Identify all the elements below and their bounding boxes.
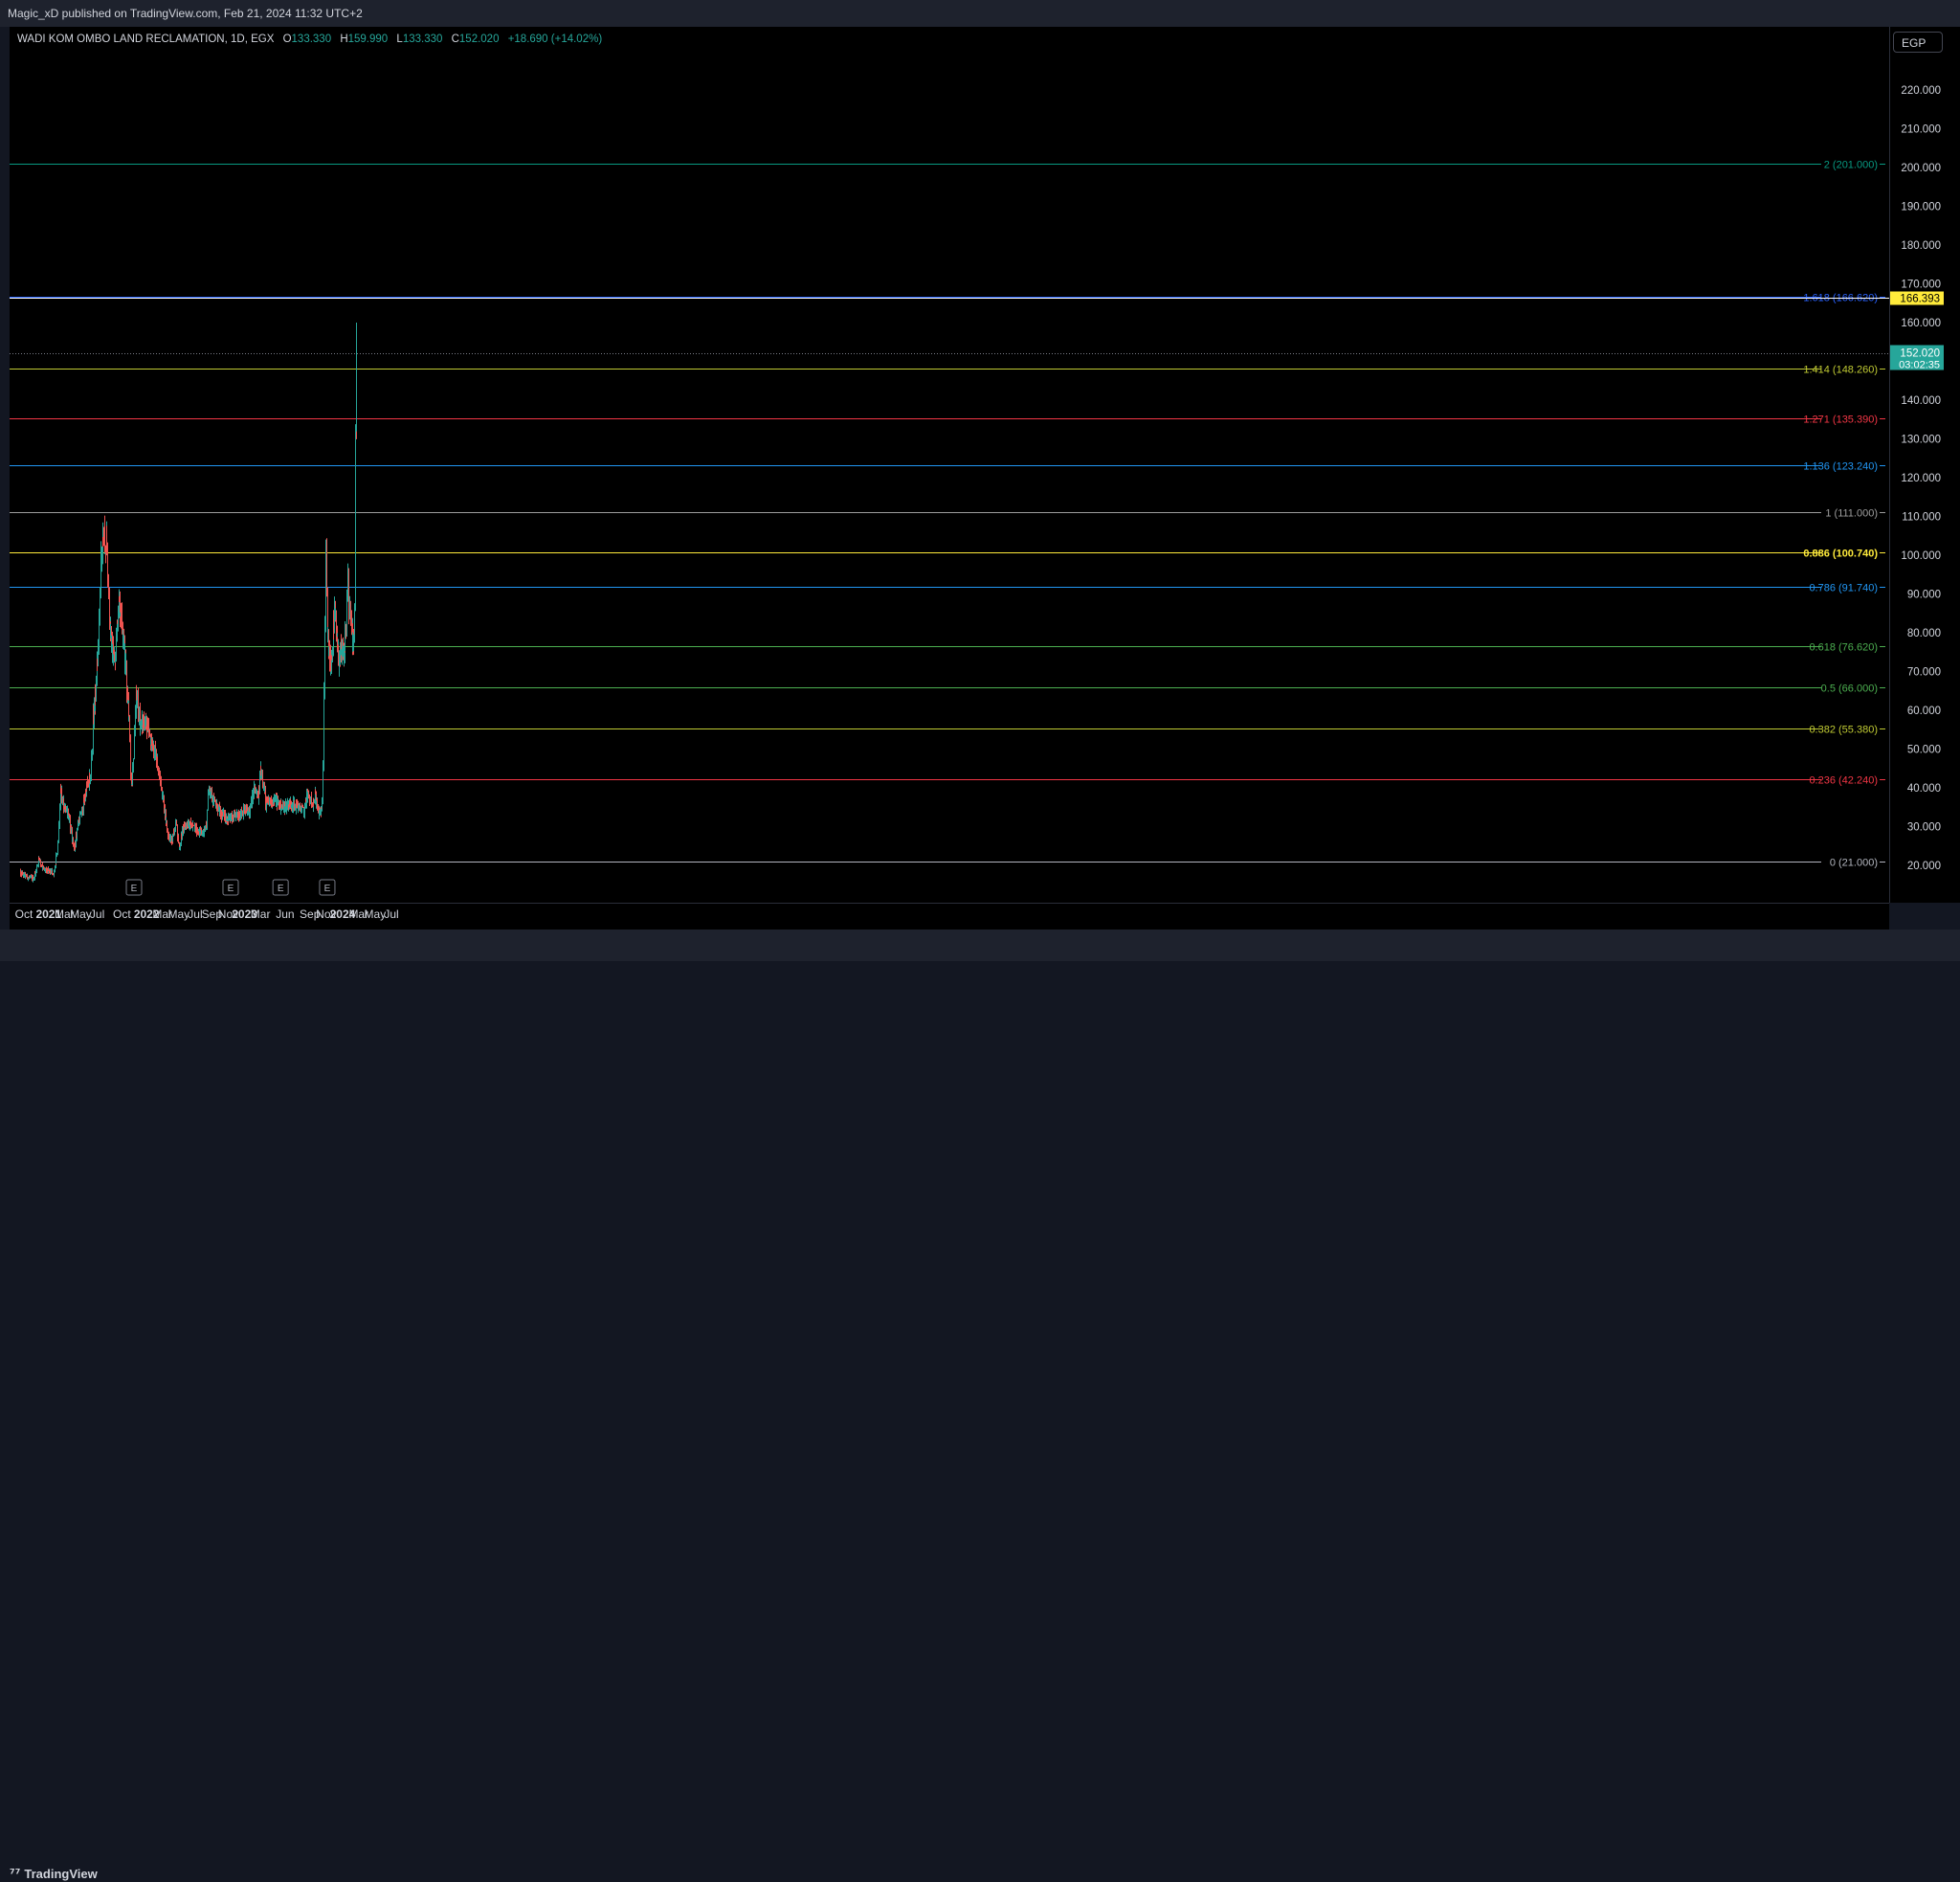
price-tick-label: 220.000 [1901, 85, 1941, 97]
fib-level-label: 0.786 (91.740) [1809, 583, 1878, 594]
price-tick-label: 110.000 [1902, 512, 1941, 524]
price-tick-label: 70.000 [1907, 667, 1941, 679]
last-price-value: 152.020 [1900, 348, 1940, 360]
low-value: 133.330 [402, 34, 443, 45]
price-tick-label: 30.000 [1907, 822, 1941, 834]
fib-level-label: 1.414 (148.260) [1803, 365, 1878, 376]
time-tick-label: Jun [276, 907, 294, 921]
fib-level-label: 1.136 (123.240) [1803, 461, 1878, 473]
price-tick-label: 60.000 [1907, 706, 1941, 717]
tradingview-logo-icon: ⁷⁷ [10, 1868, 21, 1882]
fib-level-label: 0 (21.000) [1830, 858, 1878, 869]
earnings-marker-label: E [228, 884, 234, 894]
close-value: 152.020 [458, 34, 500, 45]
price-tick-label: 130.000 [1901, 435, 1941, 446]
time-tick-label: May [365, 907, 387, 921]
price-tick-label: 80.000 [1907, 628, 1941, 639]
earnings-marker-label: E [278, 884, 284, 894]
time-tick-label: Jul [384, 907, 398, 921]
price-tick-label: 200.000 [1901, 163, 1941, 174]
time-tick-label: May [168, 907, 190, 921]
time-tick-label: Oct [15, 907, 33, 921]
price-tick-label: 40.000 [1907, 783, 1941, 795]
fib-level-label: 0.886 (100.740) [1803, 549, 1878, 560]
price-tick-label: 90.000 [1907, 590, 1941, 601]
price-tick-label: 20.000 [1907, 861, 1941, 872]
fib-level-label: 0.5 (66.000) [1821, 683, 1878, 695]
fib-level-label: 0.236 (42.240) [1809, 775, 1878, 787]
symbol-title[interactable]: WADI KOM OMBO LAND RECLAMATION, 1D, EGX [17, 34, 274, 45]
time-tick-label: Jul [90, 907, 104, 921]
bar-countdown: 03:02:35 [1899, 360, 1940, 371]
currency-button[interactable]: EGP [1893, 32, 1943, 53]
price-tick-label: 180.000 [1901, 240, 1941, 252]
price-tick-label: 50.000 [1907, 745, 1941, 756]
ohlc-legend: WADI KOM OMBO LAND RECLAMATION, 1D, EGX … [17, 34, 602, 45]
candlestick-chart: 0 (21.000) 0.236 (42.240) 0.382 (55.380) 0.… [10, 85, 1944, 921]
open-label: O [282, 34, 292, 45]
price-tick-label: 170.000 [1901, 280, 1941, 291]
fib-level-label: 0.618 (76.620) [1809, 642, 1878, 654]
high-value: 159.990 [347, 34, 389, 45]
change-value: +18.690 (+14.02%) [507, 34, 603, 45]
horizontal-line-price: 166.393 [1900, 294, 1940, 305]
time-tick-label: May [70, 907, 92, 921]
price-tick-label: 160.000 [1901, 318, 1941, 329]
time-tick-label: Mar [251, 907, 271, 921]
fib-level-label: 1.271 (135.390) [1803, 414, 1878, 426]
brand-name: TradingView [24, 1867, 98, 1881]
price-tick-label: 120.000 [1901, 473, 1941, 484]
price-tick-label: 100.000 [1901, 550, 1941, 562]
fib-level-label: 2 (201.000) [1824, 160, 1878, 171]
time-tick-label: Oct [113, 907, 131, 921]
earnings-marker-label: E [131, 884, 138, 894]
high-label: H [340, 34, 348, 45]
price-tick-label: 210.000 [1901, 124, 1941, 136]
footer-bar: ⁷⁷ TradingView [0, 930, 1960, 1882]
close-label: C [451, 34, 459, 45]
price-tick-label: 190.000 [1901, 202, 1941, 213]
time-tick-label: Jul [188, 907, 202, 921]
fib-level-label: 1 (111.000) [1825, 508, 1878, 520]
open-value: 133.330 [291, 34, 332, 45]
brand[interactable]: ⁷⁷ TradingView [10, 1867, 98, 1882]
fib-level-label: 0.382 (55.380) [1809, 725, 1878, 736]
plot-layer: 0 (21.000) 0.236 (42.240) 0.382 (55.380) 0.… [10, 160, 1889, 883]
price-tick-label: 140.000 [1901, 395, 1941, 407]
earnings-marker-label: E [324, 884, 331, 894]
